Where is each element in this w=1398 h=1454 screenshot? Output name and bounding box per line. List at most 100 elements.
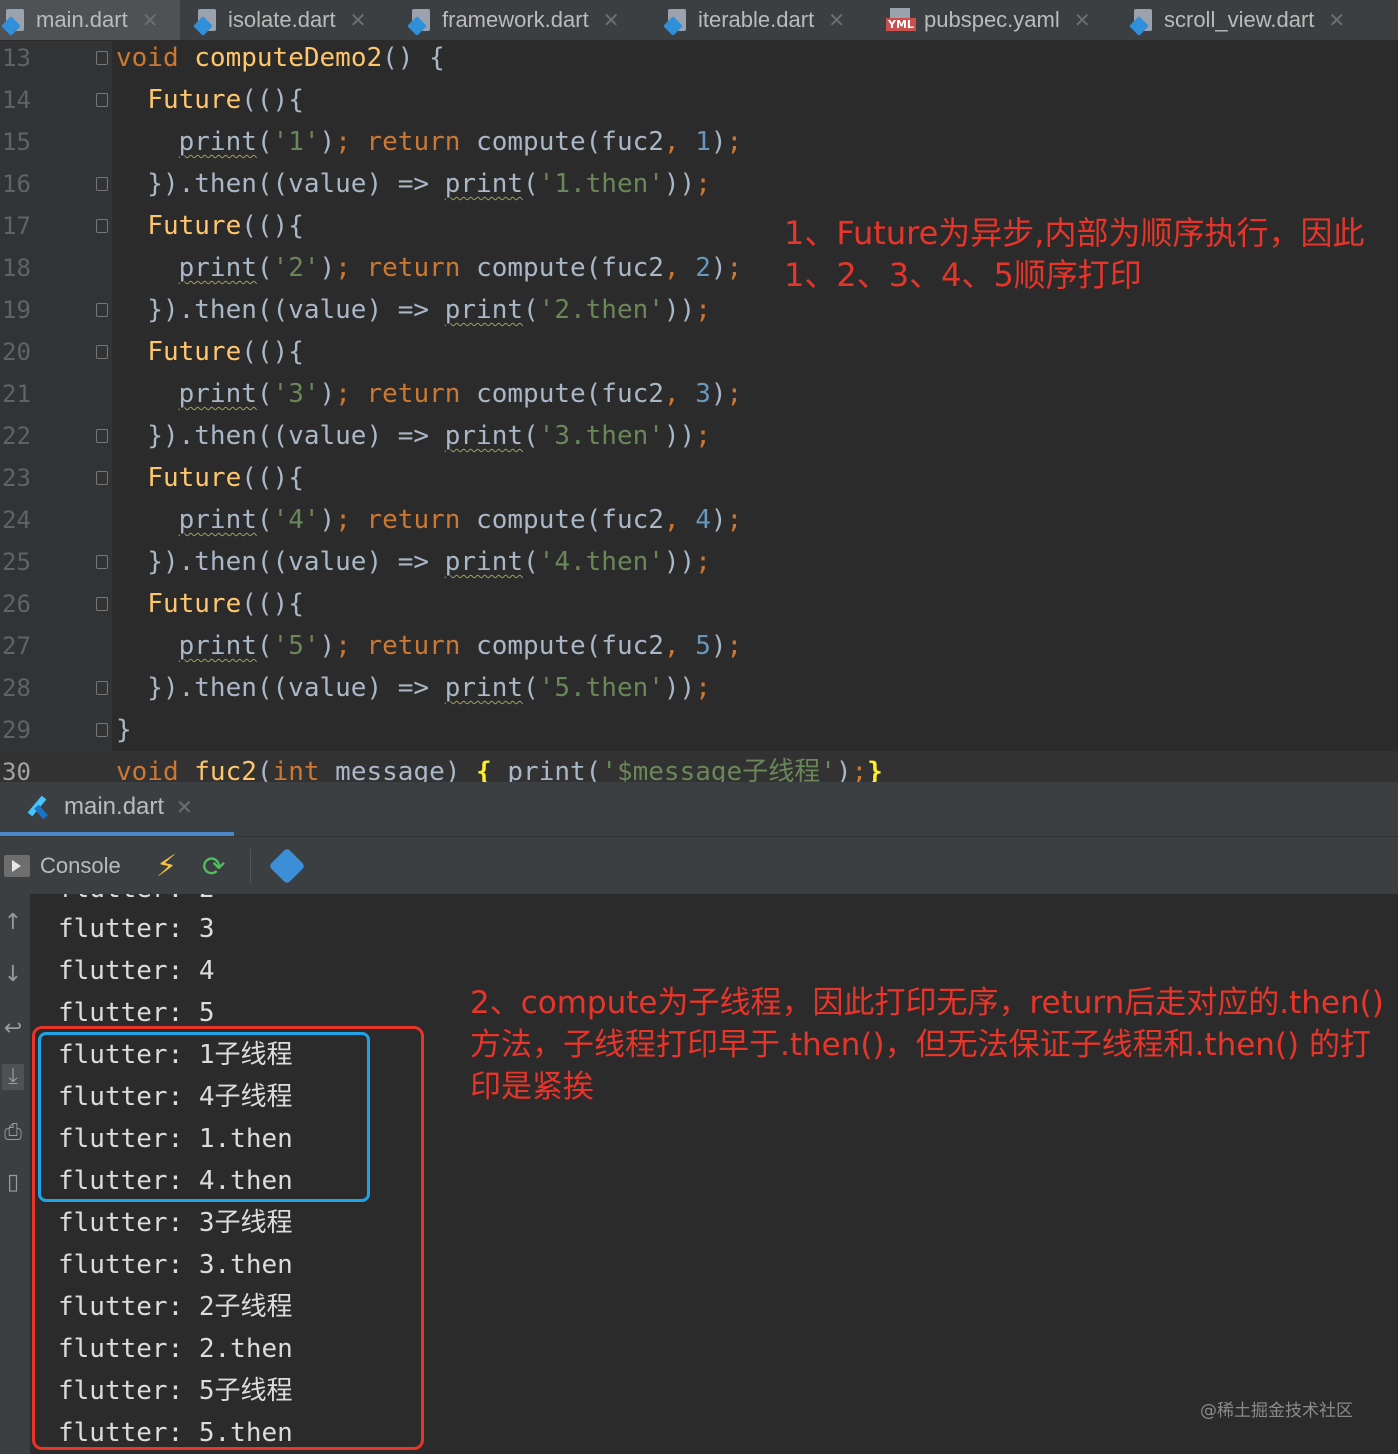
console-tab[interactable]: Console [4, 837, 121, 895]
tab-iterable-dart[interactable]: iterable.dart ✕ [663, 0, 845, 40]
code-line[interactable]: 27 print('5'); return compute(fuc2, 5); [0, 625, 1398, 667]
line-number: 19 [2, 296, 31, 324]
line-number: 15 [2, 128, 31, 156]
tab-isolate-dart[interactable]: isolate.dart ✕ [193, 0, 367, 40]
code-line[interactable]: 22 }).then((value) => print('3.then')); [0, 415, 1398, 457]
line-number: 29 [2, 716, 31, 744]
console-line: flutter: 3 [58, 914, 215, 944]
code-line[interactable]: 13 void computeDemo2() { [0, 41, 1398, 79]
highlight-box-blue [38, 1032, 370, 1202]
dart-file-icon [1, 7, 28, 36]
line-number: 18 [2, 254, 31, 282]
code-line[interactable]: 23 Future((){ [0, 457, 1398, 499]
fold-icon[interactable] [96, 51, 108, 65]
line-number: 24 [2, 506, 31, 534]
run-tool-window-tabs: main.dart ✕ [0, 782, 1398, 836]
dart-devtools-icon [268, 847, 306, 885]
hot-reload-icon: ⚡ [156, 848, 178, 884]
print-icon[interactable]: ⎙ [2, 1120, 24, 1146]
soft-wrap-icon[interactable]: ↩ [2, 1016, 24, 1042]
line-number: 25 [2, 548, 31, 576]
code-editor[interactable]: 13 void computeDemo2() { 14 Future((){ 1… [0, 41, 1398, 782]
tab-main-dart[interactable]: main.dart ✕ [0, 0, 180, 40]
hot-restart-icon: ⟳ [202, 849, 226, 883]
fold-icon[interactable] [96, 555, 108, 569]
yaml-file-icon: YML [886, 8, 916, 32]
tab-scroll-view-dart[interactable]: scroll_view.dart ✕ [1129, 0, 1345, 40]
code-line[interactable]: 21 print('3'); return compute(fuc2, 3); [0, 373, 1398, 415]
scroll-up-icon[interactable]: ↑ [2, 910, 24, 936]
dart-devtools-button[interactable] [268, 837, 306, 895]
dart-file-icon [193, 7, 220, 36]
code-line[interactable]: 28 }).then((value) => print('5.then')); [0, 667, 1398, 709]
close-icon[interactable]: ✕ [142, 8, 159, 33]
close-icon[interactable]: ✕ [1074, 8, 1091, 33]
code-line[interactable]: 29 } [0, 709, 1398, 751]
fold-icon[interactable] [96, 471, 108, 485]
toolbar-separator [250, 849, 251, 883]
code-line[interactable]: 26 Future((){ [0, 583, 1398, 625]
fold-icon[interactable] [96, 219, 108, 233]
code-line[interactable]: 20 Future((){ [0, 331, 1398, 373]
line-number: 23 [2, 464, 31, 492]
fold-icon[interactable] [96, 429, 108, 443]
fold-icon[interactable] [96, 93, 108, 107]
line-number: 16 [2, 170, 31, 198]
line-number: 27 [2, 632, 31, 660]
close-icon[interactable]: ✕ [603, 8, 620, 33]
code-line[interactable]: 25 }).then((value) => print('4.then')); [0, 541, 1398, 583]
hot-reload-button[interactable]: ⚡ [156, 837, 177, 895]
editor-tab-bar: main.dart ✕ isolate.dart ✕ framework.dar… [0, 0, 1398, 41]
run-tab-main-dart[interactable]: main.dart ✕ [0, 782, 234, 836]
close-icon[interactable]: ✕ [176, 795, 193, 820]
fold-icon[interactable] [96, 303, 108, 317]
tab-pubspec-yaml[interactable]: YML pubspec.yaml ✕ [886, 0, 1091, 40]
line-number: 22 [2, 422, 31, 450]
tab-label: main.dart [36, 7, 128, 32]
flutter-icon [27, 793, 52, 821]
console-icon [4, 855, 30, 877]
annotation-future: 1、Future为异步,内部为顺序执行，因此1、2、3、4、5顺序打印 [784, 214, 1365, 294]
line-number: 14 [2, 86, 31, 114]
close-icon[interactable]: ✕ [828, 8, 845, 33]
line-number: 30 [2, 758, 31, 782]
line-number: 26 [2, 590, 31, 618]
code-line[interactable]: 16 }).then((value) => print('1.then')); [0, 163, 1398, 205]
tab-label: pubspec.yaml [924, 7, 1060, 32]
scroll-down-icon[interactable]: ↓ [2, 962, 24, 988]
line-number: 20 [2, 338, 31, 366]
watermark: @稀土掘金技术社区 [1200, 1401, 1353, 1421]
run-toolbar: Console ⚡ ⟳ [0, 836, 1398, 896]
code-line-current[interactable]: 30 void fuc2(int message) { print('$mess… [0, 751, 1398, 782]
line-number: 13 [2, 44, 31, 72]
fold-icon[interactable] [96, 345, 108, 359]
dart-file-icon [663, 7, 690, 36]
run-tab-label: main.dart [64, 793, 165, 820]
code-line[interactable]: 14 Future((){ [0, 79, 1398, 121]
code-line[interactable]: 24 print('4'); return compute(fuc2, 4); [0, 499, 1398, 541]
fold-icon[interactable] [96, 681, 108, 695]
close-icon[interactable]: ✕ [1328, 8, 1345, 33]
tab-label: framework.dart [442, 7, 589, 32]
dart-file-icon [1129, 7, 1156, 36]
code-line[interactable]: 15 print('1'); return compute(fuc2, 1); [0, 121, 1398, 163]
fold-icon[interactable] [96, 597, 108, 611]
fold-icon[interactable] [96, 177, 108, 191]
tab-framework-dart[interactable]: framework.dart ✕ [407, 0, 620, 40]
annotation-compute: 2、compute为子线程，因此打印无序，return后走对应的.then() … [470, 985, 1384, 1105]
fold-icon[interactable] [96, 723, 108, 737]
hot-restart-button[interactable]: ⟳ [202, 837, 225, 895]
dart-file-icon [407, 7, 434, 36]
close-icon[interactable]: ✕ [350, 8, 367, 33]
console-side-toolbar: ↑ ↓ ↩ ⤓ ⎙ ▯ [0, 894, 30, 1454]
console-label: Console [40, 853, 121, 878]
tab-label: scroll_view.dart [1164, 7, 1315, 32]
tab-label: isolate.dart [228, 7, 336, 32]
line-number: 28 [2, 674, 31, 702]
line-number: 21 [2, 380, 31, 408]
clear-all-icon[interactable]: ▯ [2, 1170, 24, 1196]
console-output[interactable]: ↑ ↓ ↩ ⤓ ⎙ ▯ flutter: 2 flutter: 3 flutte… [0, 894, 1398, 1454]
console-line: flutter: 4 [58, 956, 215, 986]
scroll-to-end-icon[interactable]: ⤓ [2, 1064, 24, 1090]
tab-label: iterable.dart [698, 7, 815, 32]
